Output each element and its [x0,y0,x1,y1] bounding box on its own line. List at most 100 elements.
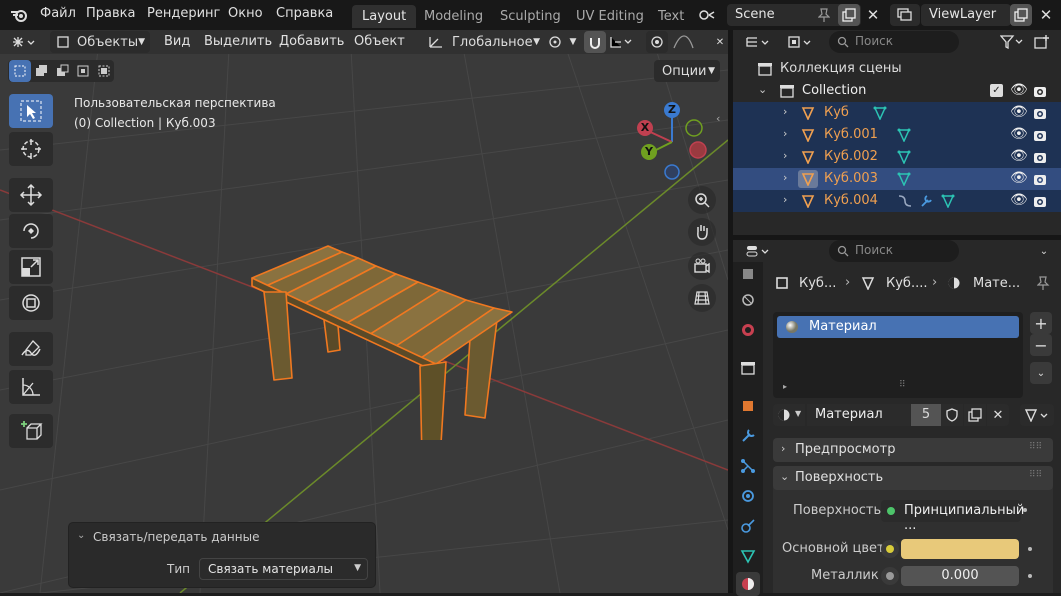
menu-help[interactable]: Справка [276,6,333,21]
eye-icon[interactable]: 👁 [1010,148,1028,164]
collection-tab-icon[interactable] [736,356,760,380]
outliner-object-row-active[interactable]: › Куб.003 👁 [733,168,1061,190]
3d-viewport[interactable]: Объекты ▼ Вид Выделить Добавить Объект Г… [0,30,728,593]
object-tab-icon[interactable] [736,394,760,418]
link-data-dropdown[interactable] [1020,404,1054,426]
socket-button[interactable] [881,540,899,558]
list-expand-icon[interactable]: ▸ [783,382,787,391]
properties-editor-type-icon[interactable] [741,240,775,262]
chevron-right-icon[interactable]: › [783,127,787,140]
new-scene-button[interactable] [838,4,860,26]
remove-material-slot-button[interactable]: − [1030,334,1052,356]
type-dropdown[interactable]: Связать материалы ▼ [199,558,368,580]
header-collapse-icon[interactable]: ✕ [712,31,728,53]
display-mode-icon[interactable] [783,31,817,53]
camera-icon[interactable] [1033,106,1047,120]
particles-tab-icon[interactable] [736,454,760,478]
scale-tool[interactable] [9,250,53,284]
pan-hand-icon[interactable] [688,218,716,246]
camera-icon[interactable] [1033,150,1047,164]
world-tab-icon[interactable] [736,318,760,342]
move-tool[interactable] [9,178,53,212]
eye-icon[interactable]: 👁 [1010,82,1028,98]
cursor-tool[interactable] [9,132,53,166]
constraint-icon[interactable] [897,194,913,208]
eye-icon[interactable]: 👁 [1010,126,1028,142]
pin-icon[interactable] [1037,276,1051,290]
select-intersect-icon[interactable] [93,60,115,82]
gizmo-x-icon[interactable]: X [637,120,653,136]
pivot-chevron-icon[interactable]: ▼ [562,31,584,53]
snap-target-icon[interactable] [606,31,636,53]
surface-panel-header[interactable]: ⌄ Поверхность ⠿⠿ [773,466,1053,490]
delete-scene-button[interactable]: ✕ [862,4,884,26]
drag-handle-icon[interactable]: ⠿⠿ [1029,442,1042,452]
surface-shader-dropdown[interactable]: Принципиальный ... [881,500,1024,533]
add-cube-tool[interactable] [9,414,53,448]
socket-button[interactable] [881,567,899,585]
list-resize-handle[interactable]: ⠿ [899,380,906,390]
gizmo-z-icon[interactable]: Z [664,102,680,118]
mesh-data-icon[interactable] [897,150,911,164]
chevron-right-icon[interactable]: › [783,193,787,206]
annotate-tool[interactable] [9,332,53,366]
material-users-count[interactable]: 5 [911,404,941,426]
menu-file[interactable]: Файл [40,6,76,21]
outliner-object-row[interactable]: › Куб.002 👁 [733,146,1061,168]
outliner-scene-collection-row[interactable]: Коллекция сцены [733,58,1061,80]
tab-sculpting[interactable]: Sculpting [490,5,571,28]
duplicate-material-icon[interactable] [964,404,986,426]
tab-uv-editing[interactable]: UV Editing [566,5,654,28]
outliner-search-input[interactable]: Поиск [829,31,959,53]
delete-view-layer-button[interactable]: ✕ [1035,4,1057,26]
base-color-swatch[interactable] [901,539,1019,559]
select-invert-icon[interactable] [72,60,94,82]
camera-icon[interactable] [1033,84,1047,98]
panel-title[interactable]: Связать/передать данные [93,530,259,544]
select-subtract-icon[interactable] [51,60,73,82]
tab-layout[interactable]: Layout [352,5,417,28]
filter-icon[interactable] [997,31,1027,53]
slot-specials-chevron-icon[interactable]: ⌄ [1030,362,1052,384]
chevron-down-icon[interactable]: ⌄ [758,83,767,96]
rotate-tool[interactable] [9,214,53,248]
menu-add[interactable]: Добавить [279,34,344,49]
editor-type-icon[interactable] [6,31,40,53]
ortho-grid-icon[interactable] [688,284,716,312]
menu-object[interactable]: Объект [354,34,405,49]
chevron-down-icon[interactable]: ⌄ [77,530,85,541]
options-dropdown[interactable]: Опции ▼ [654,60,720,82]
material-name-field[interactable]: Материал [807,404,911,426]
eye-icon[interactable]: 👁 [1010,192,1028,208]
outliner-collection-row[interactable]: ⌄ Collection ✓ 👁 [733,80,1061,102]
chevron-right-icon[interactable]: › [783,105,787,118]
preview-panel-header[interactable]: › Предпросмотр ⠿⠿ [773,438,1053,462]
transform-orientation-dropdown[interactable]: Глобальное ▼ [424,31,542,53]
new-collection-icon[interactable] [1031,31,1053,53]
zoom-icon[interactable] [688,186,716,214]
sidebar-toggle-icon[interactable]: ‹ [716,112,720,125]
menu-view[interactable]: Вид [164,34,190,49]
keyframe-dot[interactable] [1028,574,1032,578]
mesh-data-icon[interactable] [941,194,955,208]
camera-icon[interactable] [1033,128,1047,142]
view-layer-field[interactable]: ViewLayer [921,4,1011,26]
constraints-tab-icon[interactable] [736,514,760,538]
table-model[interactable] [240,210,530,440]
drag-handle-icon[interactable]: ⠿⠿ [1029,470,1042,480]
chevron-right-icon[interactable]: › [783,171,787,184]
metallic-slider[interactable]: 0.000 [901,566,1019,586]
outliner-object-row[interactable]: › Куб 👁 [733,102,1061,124]
mesh-data-icon[interactable] [897,128,911,142]
eye-icon[interactable]: 👁 [1010,170,1028,186]
fake-user-shield-icon[interactable] [941,404,963,426]
data-tab-icon[interactable] [736,544,760,568]
outliner-object-row[interactable]: › Куб.004 👁 [733,190,1061,212]
select-extend-icon[interactable] [30,60,52,82]
unlink-material-icon[interactable]: ✕ [987,404,1009,426]
tab-text[interactable]: Text [648,5,694,28]
mesh-data-icon[interactable] [873,106,887,120]
keyframe-dot[interactable] [1028,547,1032,551]
camera-icon[interactable] [1033,172,1047,186]
outliner-object-row[interactable]: › Куб.001 👁 [733,124,1061,146]
